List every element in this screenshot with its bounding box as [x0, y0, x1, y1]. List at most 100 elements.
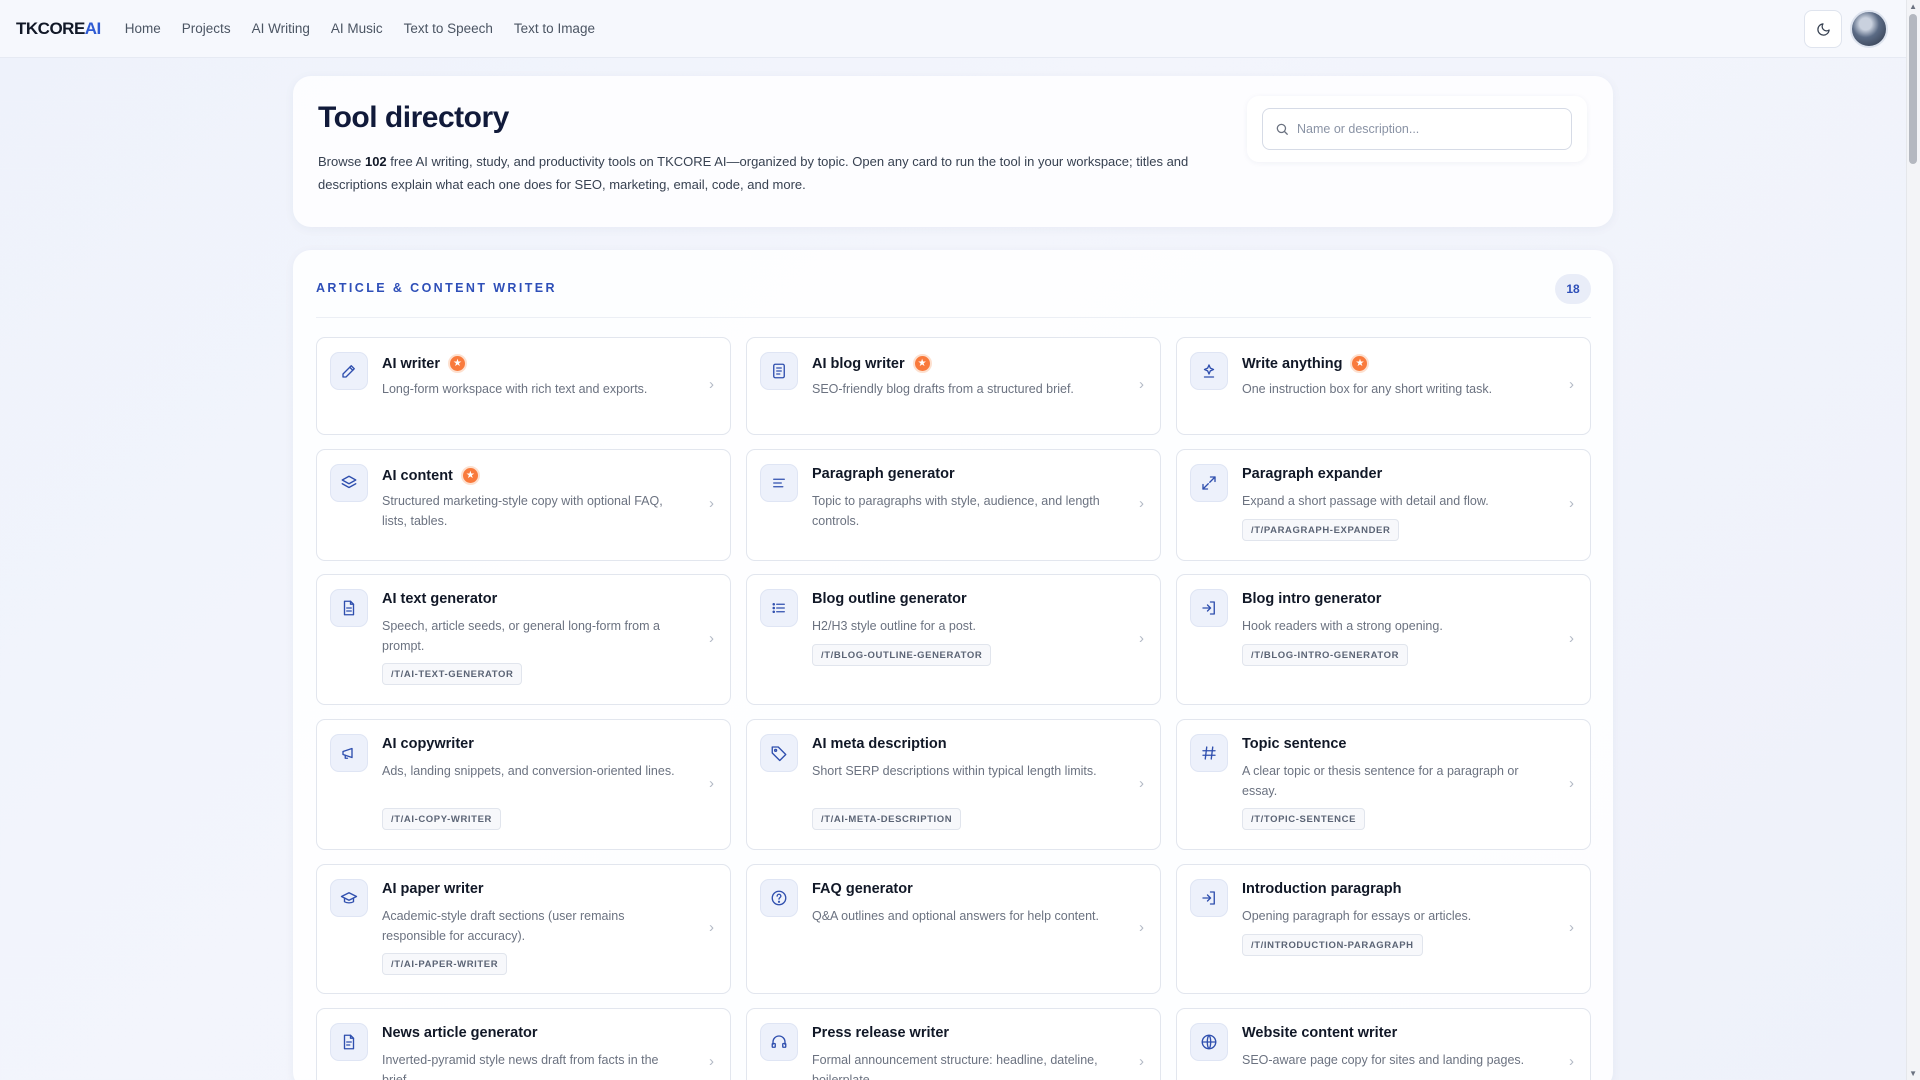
tool-card[interactable]: AI blog writer ★ SEO-friendly blog drafts …	[746, 337, 1161, 435]
tool-icon-box	[1190, 589, 1228, 627]
nav-projects[interactable]: Projects	[182, 21, 231, 36]
tool-icon-box	[1190, 1023, 1228, 1061]
nav-ai-writing[interactable]: AI Writing	[252, 21, 310, 36]
tool-name: AI text generator	[382, 591, 497, 607]
scroll-up-arrow-icon[interactable]: ▲	[1909, 2, 1917, 11]
tool-card[interactable]: News article generator Inverted-pyramid s…	[316, 1008, 731, 1080]
tool-card[interactable]: AI content ★ Structured marketing-style co…	[316, 449, 731, 561]
tool-icon-box	[760, 1023, 798, 1061]
tool-card[interactable]: Blog outline generator H2/H3 style outlin…	[746, 574, 1161, 705]
login-arrow-icon	[1202, 601, 1215, 615]
tool-icon-box	[1190, 879, 1228, 917]
tool-name: FAQ generator	[812, 881, 913, 897]
tool-name: AI copywriter	[382, 736, 474, 752]
chevron-right-icon: ›	[1569, 919, 1574, 936]
tool-name: Blog intro generator	[1242, 591, 1381, 607]
top-navbar: TKCOREAI Home Projects AI Writing AI Mus…	[0, 0, 1906, 58]
tool-icon-box	[1190, 464, 1228, 502]
chevron-right-icon: ›	[1569, 629, 1574, 647]
tool-name: AI paper writer	[382, 881, 484, 897]
tool-card[interactable]: FAQ generator Q&A outlines and optional a…	[746, 864, 1161, 994]
tool-card[interactable]: Paragraph generator Topic to paragraphs w…	[746, 449, 1161, 561]
tool-card[interactable]: AI meta description Short SERP descriptio…	[746, 719, 1161, 850]
tool-card[interactable]: Press release writer Formal announcement …	[746, 1008, 1161, 1080]
tool-card[interactable]: Paragraph expander Expand a short passage…	[1176, 449, 1591, 561]
nav-text-to-speech[interactable]: Text to Speech	[404, 21, 493, 36]
nav-ai-music[interactable]: AI Music	[331, 21, 383, 36]
tool-name-text: AI paper writer	[382, 881, 484, 897]
tool-name-text: Write anything	[1242, 355, 1343, 372]
tool-name: AI writer ★	[382, 354, 468, 373]
tool-description: Academic-style draft sections (user rema…	[382, 909, 625, 943]
tool-card[interactable]: Introduction paragraph Opening paragraph …	[1176, 864, 1591, 994]
search-box[interactable]	[1262, 108, 1572, 150]
tool-icon-box	[330, 734, 368, 772]
tool-name: AI content ★	[382, 466, 480, 485]
document-icon	[773, 363, 785, 379]
chevron-right-icon: ›	[1139, 495, 1144, 512]
section-article-content-writer: ARTICLE & CONTENT WRITER 18 AI writer ★ Lo…	[293, 250, 1613, 1080]
tool-name: Introduction paragraph	[1242, 881, 1402, 897]
megaphone-icon	[342, 747, 353, 759]
tool-description: Long-form workspace with rich text and e…	[382, 382, 648, 396]
tool-card[interactable]: AI text generator Speech, article seeds, …	[316, 574, 731, 705]
tool-name-text: AI text generator	[382, 591, 498, 607]
tool-card[interactable]: AI paper writer Academic-style draft sect…	[316, 864, 731, 994]
graduation-cap-icon	[340, 892, 358, 904]
align-left-icon	[773, 478, 785, 488]
tool-name-text: Introduction paragraph	[1242, 881, 1402, 897]
tool-card[interactable]: Write anything ★ One instruction box for a…	[1176, 337, 1591, 435]
logo[interactable]: TKCOREAI	[16, 19, 101, 39]
tool-card[interactable]: Topic sentence A clear topic or thesis se…	[1176, 719, 1591, 850]
logo-accent: AI	[84, 18, 102, 38]
chevron-right-icon: ›	[1569, 1053, 1574, 1070]
tool-name-text: Paragraph expander	[1242, 466, 1383, 482]
tool-card[interactable]: AI copywriter Ads, landing snippets, and …	[316, 719, 731, 850]
tool-description: H2/H3 style outline for a post.	[812, 619, 976, 633]
tool-slug-badge: /T/PARAGRAPH-EXPANDER	[1242, 519, 1400, 541]
chevron-right-icon: ›	[709, 376, 714, 393]
nav-text-to-image[interactable]: Text to Image	[514, 21, 595, 36]
tag-icon	[771, 746, 787, 762]
tool-name: News article generator	[382, 1025, 538, 1041]
tool-name-text: Topic sentence	[1242, 736, 1347, 752]
user-avatar[interactable]	[1850, 10, 1888, 48]
section-title: ARTICLE & CONTENT WRITER	[316, 281, 557, 295]
tool-slug-badge: /T/INTRODUCTION-PARAGRAPH	[1242, 934, 1423, 956]
list-icon	[772, 602, 785, 614]
tool-card[interactable]: Blog intro generator Hook readers with a …	[1176, 574, 1591, 705]
tool-name-text: Press release writer	[812, 1025, 950, 1041]
tool-card[interactable]: Website content writer SEO-aware page cop…	[1176, 1008, 1591, 1080]
nav-home[interactable]: Home	[125, 21, 161, 36]
featured-star-icon: ★	[1350, 354, 1370, 373]
tool-icon-box	[760, 464, 798, 502]
tool-description: Q&A outlines and optional answers for he…	[812, 909, 1099, 923]
hash-icon	[1202, 746, 1216, 760]
tool-name-text: Website content writer	[1242, 1025, 1398, 1041]
theme-toggle-button[interactable]	[1804, 10, 1842, 48]
chevron-right-icon: ›	[1139, 774, 1144, 792]
scrollbar-thumb[interactable]	[1909, 14, 1917, 164]
tool-icon-box	[330, 464, 368, 502]
tool-name: Write anything ★	[1242, 354, 1370, 373]
tool-icon-box	[330, 1023, 368, 1061]
tool-name-text: Blog intro generator	[1242, 591, 1382, 607]
tool-card[interactable]: AI writer ★ Long-form workspace with rich …	[316, 337, 731, 435]
tool-description: SEO-aware page copy for sites and landin…	[1242, 1053, 1525, 1067]
search-input[interactable]	[1297, 122, 1557, 136]
tool-slug-badge: /T/BLOG-INTRO-GENERATOR	[1242, 644, 1409, 666]
expand-icon	[1202, 476, 1216, 490]
chevron-right-icon: ›	[1139, 919, 1144, 936]
page-scrollbar[interactable]: ▲ ▼	[1906, 0, 1920, 1080]
tool-name: Topic sentence	[1242, 736, 1346, 752]
chevron-right-icon: ›	[709, 1053, 714, 1070]
tool-name-text: FAQ generator	[812, 881, 913, 897]
tool-description: Expand a short passage with detail and f…	[1242, 494, 1489, 508]
featured-star-icon: ★	[912, 354, 932, 373]
tool-description: One instruction box for any short writin…	[1242, 382, 1493, 396]
tool-icon-box	[760, 879, 798, 917]
featured-star-icon: ★	[460, 466, 480, 485]
chevron-right-icon: ›	[1569, 495, 1574, 512]
scroll-down-arrow-icon[interactable]: ▼	[1909, 1069, 1917, 1078]
tool-description: SEO-friendly blog drafts from a structur…	[812, 382, 1074, 396]
